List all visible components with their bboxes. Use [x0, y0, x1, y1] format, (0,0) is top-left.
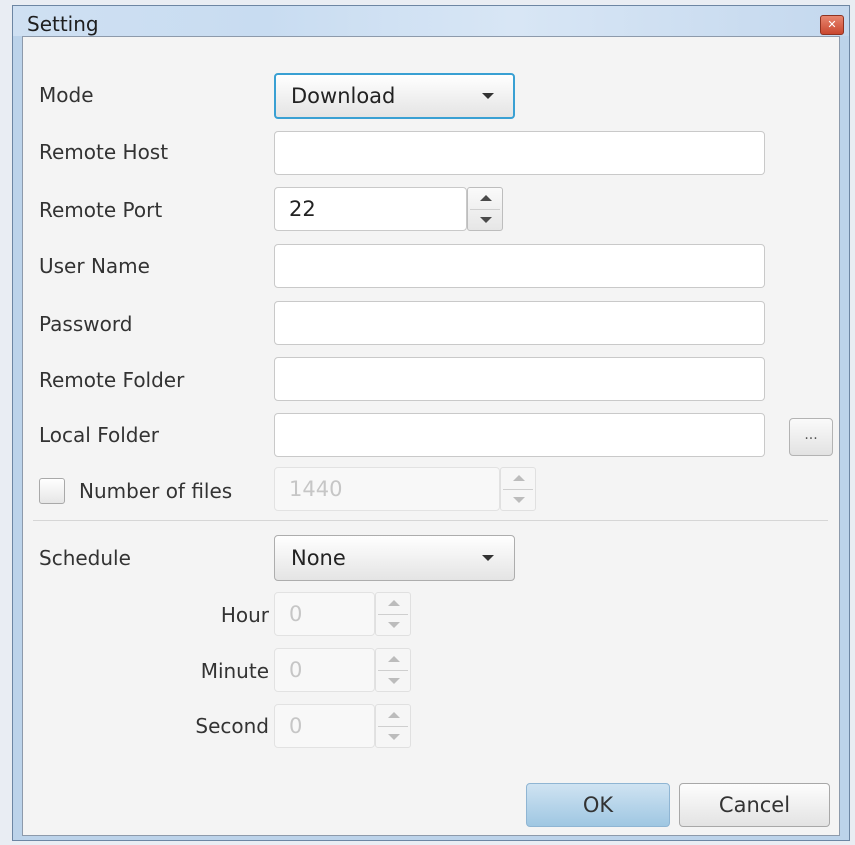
- remote-folder-label: Remote Folder: [39, 368, 185, 392]
- window-title: Setting: [27, 12, 99, 36]
- increment-icon[interactable]: [513, 475, 525, 481]
- close-icon: ✕: [827, 18, 837, 31]
- schedule-label: Schedule: [39, 546, 131, 570]
- password-input[interactable]: [274, 301, 765, 345]
- close-button[interactable]: ✕: [820, 15, 844, 35]
- decrement-icon[interactable]: [513, 497, 525, 503]
- number-of-files-label: Number of files: [79, 479, 233, 503]
- decrement-icon[interactable]: [388, 678, 400, 684]
- hour-input[interactable]: 0: [274, 592, 375, 636]
- remote-folder-input[interactable]: [274, 357, 765, 401]
- number-of-files-stepper[interactable]: [500, 467, 536, 511]
- chevron-down-icon: [482, 555, 494, 561]
- increment-icon[interactable]: [388, 712, 400, 718]
- remote-port-input[interactable]: 22: [274, 187, 467, 231]
- schedule-select[interactable]: None: [274, 535, 515, 581]
- title-bar[interactable]: Setting ✕: [13, 6, 849, 36]
- dialog-content: Mode Download Remote Host Remote Port 22…: [22, 36, 840, 836]
- hour-stepper[interactable]: [375, 592, 411, 636]
- mode-select[interactable]: Download: [274, 73, 515, 119]
- decrement-icon[interactable]: [388, 734, 400, 740]
- second-stepper[interactable]: [375, 704, 411, 748]
- increment-icon[interactable]: [388, 600, 400, 606]
- separator: [33, 520, 828, 521]
- minute-label: Minute: [200, 659, 269, 683]
- mode-value: Download: [291, 84, 396, 108]
- decrement-icon[interactable]: [388, 622, 400, 628]
- remote-port-label: Remote Port: [39, 198, 163, 222]
- cancel-button[interactable]: Cancel: [679, 783, 830, 827]
- password-label: Password: [39, 312, 133, 336]
- user-name-label: User Name: [39, 254, 150, 278]
- number-of-files-checkbox[interactable]: [39, 478, 65, 504]
- minute-input[interactable]: 0: [274, 648, 375, 692]
- user-name-input[interactable]: [274, 244, 765, 288]
- hour-label: Hour: [220, 603, 269, 627]
- number-of-files-input[interactable]: 1440: [274, 467, 500, 511]
- remote-port-stepper[interactable]: [467, 187, 503, 231]
- local-folder-input[interactable]: [274, 413, 765, 457]
- schedule-value: None: [291, 546, 346, 570]
- minute-stepper[interactable]: [375, 648, 411, 692]
- ok-button[interactable]: OK: [526, 783, 670, 827]
- increment-icon[interactable]: [480, 195, 492, 201]
- browse-button[interactable]: ...: [789, 418, 833, 456]
- remote-host-label: Remote Host: [39, 140, 169, 164]
- local-folder-label: Local Folder: [39, 423, 159, 447]
- second-label: Second: [195, 714, 269, 738]
- decrement-icon[interactable]: [480, 217, 492, 223]
- setting-dialog: Setting ✕ Mode Download Remote Host Remo…: [12, 5, 850, 841]
- second-input[interactable]: 0: [274, 704, 375, 748]
- chevron-down-icon: [482, 93, 494, 99]
- increment-icon[interactable]: [388, 656, 400, 662]
- mode-label: Mode: [39, 83, 94, 107]
- remote-host-input[interactable]: [274, 131, 765, 175]
